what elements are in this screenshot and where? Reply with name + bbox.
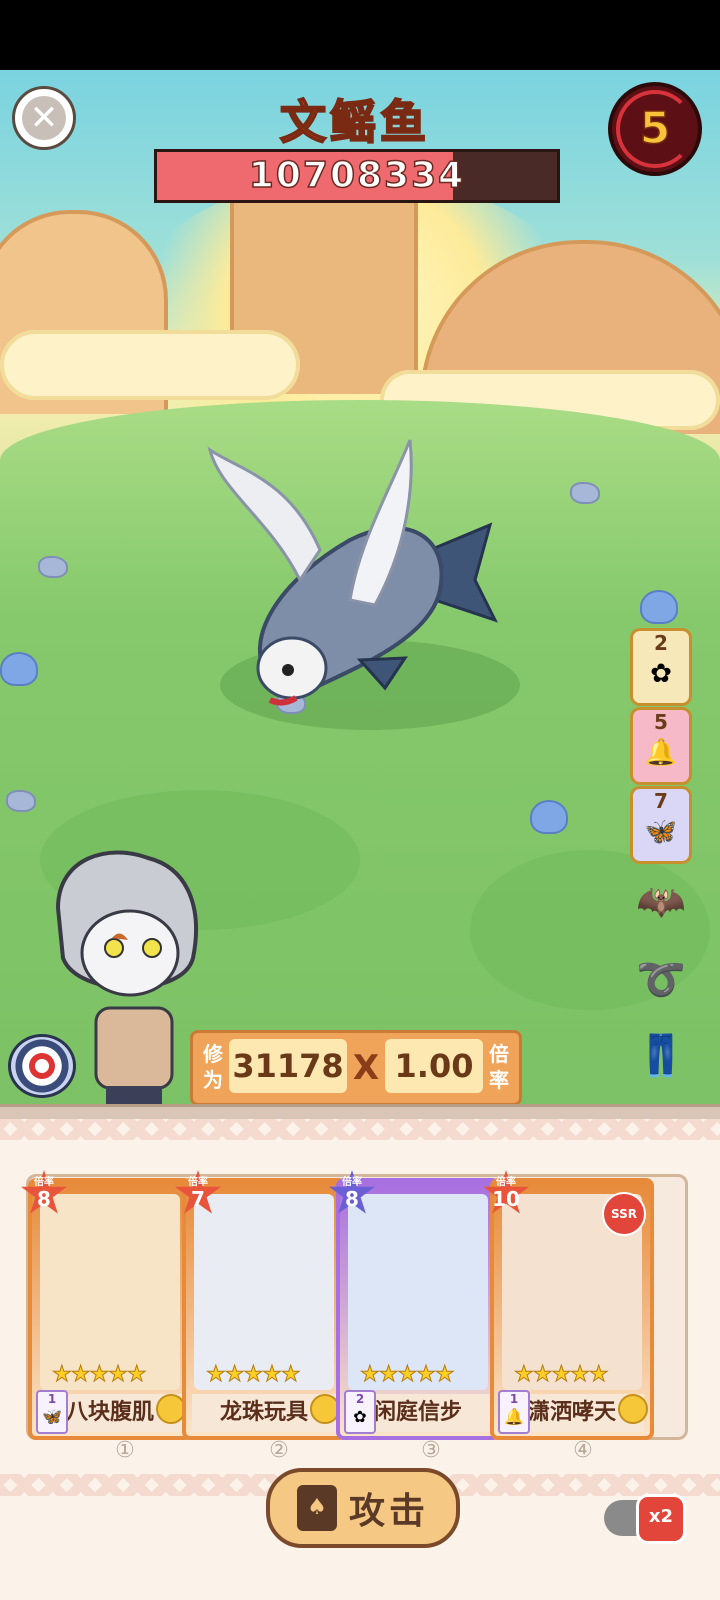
card-index: ③ [421,1438,441,1463]
card-art-muscles [40,1194,180,1390]
coin-icon [618,1394,648,1424]
round-number: 5 [639,102,671,155]
rock [570,482,600,504]
cultivation-stat-bar: 修为 31178 X 1.00 倍率 [190,1030,522,1106]
card-index: ④ [573,1438,593,1463]
boss-hp-bar: 10708334 [154,149,560,203]
blue-flower [640,590,678,624]
butterfly-icon: 🦋 [42,1407,62,1426]
boss-hp-value: 10708334 [248,154,466,197]
panel-divider [0,1104,720,1119]
rarity-badge: SSR [602,1192,646,1236]
attack-button[interactable]: ♠ 攻击 [266,1468,460,1548]
card-requirement-count: 2 [355,1392,365,1406]
skill-card[interactable]: ★★★★★ 潇洒哮天 倍率 10 1 🔔 SSR [482,1170,654,1440]
card-requirement-count: 1 [509,1392,519,1406]
close-button[interactable]: ✕ [12,86,76,150]
card-multiplier: 8 [345,1187,359,1211]
rock [38,556,68,578]
white-flower-icon: ✿ [650,659,672,689]
card-multiplier-badge: 倍率 8 [20,1170,68,1218]
butterfly-icon: 🦋 [644,817,678,847]
card-attack-icon: ♠ [296,1485,337,1531]
card-multiplier: 10 [492,1187,520,1211]
card-art-dog-toy [194,1194,334,1390]
speed-toggle[interactable]: x2 [604,1494,686,1544]
side-item-count: 7 [654,789,668,813]
speed-label: x2 [636,1494,686,1544]
card-stars: ★★★★★ [206,1362,302,1388]
side-item-flower[interactable]: 2 ✿ [630,628,692,706]
panel-pattern [0,1118,720,1140]
belt-icon[interactable]: ➰ [630,950,692,1010]
card-stars: ★★★★★ [360,1362,456,1388]
attack-label: 攻击 [348,1491,429,1532]
card-art-stroll [348,1194,488,1390]
card-requirement: 1 🦋 [36,1390,68,1434]
rate-value: 1.00 [385,1039,483,1093]
times-symbol: X [352,1048,380,1088]
side-item-butterfly[interactable]: 7 🦋 [630,786,692,864]
pants-icon[interactable]: 👖 [630,1026,692,1086]
blue-flower [530,800,568,834]
card-multiplier-badge: 倍率 7 [174,1170,222,1218]
card-index: ② [269,1438,289,1463]
boss-name: 文鳐鱼 [279,94,430,150]
card-multiplier: 7 [191,1187,205,1211]
card-stars: ★★★★★ [514,1362,610,1388]
card-requirement: 1 🔔 [498,1390,530,1434]
dragon-ball-disc-icon[interactable] [8,1034,76,1098]
side-item-bell[interactable]: 5 🔔 [630,707,692,785]
round-counter: 5 [608,82,702,176]
card-stars: ★★★★★ [52,1362,148,1388]
close-icon: ✕ [22,96,66,140]
skill-card[interactable]: ★★★★★ 八块腹肌 倍率 8 1 🦋 [20,1170,192,1440]
cultivation-value: 31178 [229,1039,347,1093]
skill-card[interactable]: ★★★★★ 龙珠玩具 倍率 7 [174,1170,346,1440]
blue-flower [0,652,38,686]
white-flower-icon: ✿ [353,1407,367,1426]
card-multiplier: 8 [37,1187,51,1211]
moth-mask-icon[interactable]: 🦇 [630,872,692,932]
rock [6,790,36,812]
winged-fish-boss[interactable] [200,430,500,730]
cloud [0,330,300,400]
bell-icon: 🔔 [504,1407,524,1426]
bell-icon: 🔔 [644,738,678,768]
card-requirement: 2 ✿ [344,1390,376,1434]
card-requirement-count: 1 [47,1392,57,1406]
skill-card[interactable]: ★★★★★ 闲庭信步 倍率 8 2 ✿ [328,1170,500,1440]
card-multiplier-badge: 倍率 10 [482,1170,530,1218]
card-index: ① [115,1438,135,1463]
side-item-count: 5 [654,710,668,734]
rate-label: 倍率 [489,1042,509,1092]
cultivation-label: 修为 [203,1042,223,1092]
card-multiplier-badge: 倍率 8 [328,1170,376,1218]
side-item-count: 2 [654,631,668,655]
